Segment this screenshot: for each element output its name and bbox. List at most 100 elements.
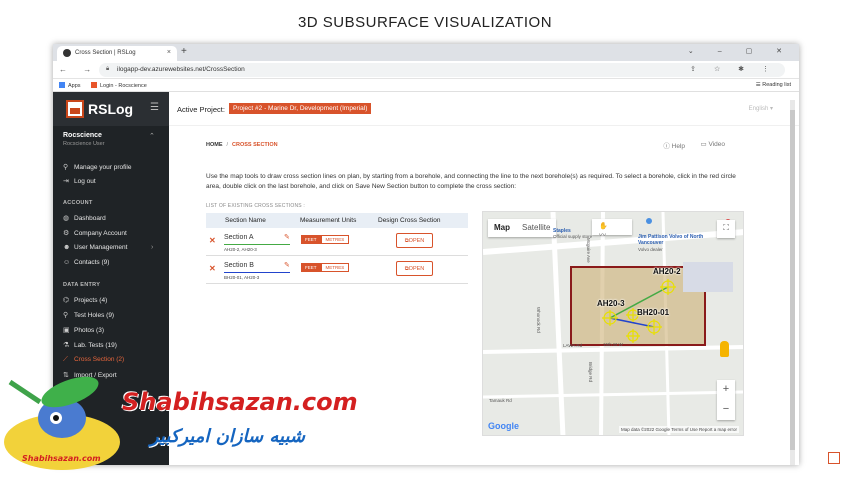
fullscreen-icon[interactable]: ⛶: [717, 220, 735, 238]
sidebar-item-company[interactable]: ⚙ Company Account: [63, 229, 127, 237]
bookmarks-bar: Apps Login - Rocscience ☰ Reading list: [53, 79, 799, 92]
sidebar-item-projects[interactable]: ⌬ Projects (4): [63, 296, 107, 304]
section-name[interactable]: Section B: [224, 262, 290, 273]
map-type-map[interactable]: Map: [488, 219, 516, 237]
google-logo: Google: [488, 421, 519, 431]
omnibox-icons[interactable]: ⇪ ☆ ✱ ⋮: [690, 65, 777, 73]
sidebar-item-photos[interactable]: ▣ Photos (3): [63, 326, 104, 334]
pegman-icon[interactable]: [720, 341, 729, 357]
favicon-icon: [63, 49, 71, 57]
lock-icon: 🔒︎: [106, 66, 110, 72]
sidebar-item-lab-tests[interactable]: ⚗ Lab. Tests (19): [63, 341, 117, 349]
instructions-text: Use the map tools to draw cross section …: [206, 173, 736, 190]
road-label: 15th St W: [603, 342, 623, 347]
road-label: Mcguire Ave: [586, 238, 591, 263]
section-name[interactable]: Section A: [224, 234, 290, 245]
section-line-swatch: [224, 272, 290, 273]
chevron-up-icon[interactable]: ⌃: [149, 132, 155, 140]
map-attribution[interactable]: Map data ©2022 Google Terms of Use Repor…: [618, 426, 739, 433]
edit-icon[interactable]: ✎: [284, 233, 290, 241]
bookmark-login[interactable]: Login - Rocscience: [91, 82, 147, 89]
road-label: Bridge Rd: [588, 362, 593, 383]
col-section-name: Section Name: [225, 217, 266, 224]
page-scrollbar[interactable]: [790, 100, 795, 465]
url-input[interactable]: 🔒︎ ilogapp-dev.azurewebsites.net/CrossSe…: [99, 63, 785, 77]
edit-icon[interactable]: ✎: [284, 261, 290, 269]
tab-title: Cross Section | RSLog: [75, 50, 136, 56]
top-bar: Active Project: Project #2 - Marine Dr, …: [169, 92, 799, 126]
sidebar-item-profile[interactable]: ⚲ Manage your profile: [63, 163, 131, 171]
map-type-control[interactable]: Map Satellite: [488, 219, 557, 237]
bookmark-apps[interactable]: Apps: [59, 82, 81, 89]
section-boreholes: BH20-01, AH20-3: [224, 275, 260, 280]
new-tab-button[interactable]: +: [181, 46, 187, 57]
apps-icon: [59, 82, 65, 88]
slide-title: 3D SUBSURFACE VISUALIZATION: [297, 14, 553, 31]
sidebar-item-users[interactable]: ☻ User Management: [63, 244, 127, 251]
sidebar-item-logout[interactable]: ⇥ Log out: [63, 177, 96, 185]
col-design: Design Cross Section: [378, 217, 441, 224]
user-info[interactable]: Rocscience Rocscience User: [63, 132, 105, 147]
zoom-in-icon[interactable]: +: [717, 380, 735, 400]
zoom-out-icon[interactable]: −: [717, 400, 735, 420]
window-controls[interactable]: ⌄ – ▢ ✕: [688, 47, 793, 55]
poi-volvo-sub: Volvo dealer: [638, 247, 663, 252]
open-button[interactable]: ⧉OPEN: [396, 261, 433, 276]
close-tab-icon[interactable]: ×: [167, 49, 171, 56]
hand-icon[interactable]: ✋: [599, 223, 617, 230]
video-link[interactable]: ▭ Video: [701, 140, 725, 148]
road-label: Tamauk Rd: [489, 398, 512, 403]
road-label: Whonock Rd: [536, 307, 541, 333]
borehole-label: AH20-2: [653, 267, 681, 276]
road-label: LAWA Rd: [563, 343, 583, 348]
active-project-badge[interactable]: Project #2 - Marine Dr, Development (Imp…: [229, 103, 372, 114]
chevron-right-icon: ›: [151, 244, 154, 251]
user-name: Rocscience: [63, 132, 102, 139]
projects-icon: ⌬: [63, 297, 70, 304]
help-link[interactable]: ⓘ Help: [663, 140, 685, 150]
borehole-label: BH20-01: [637, 308, 670, 317]
logo-row: RSLog ☰: [53, 92, 169, 126]
units-toggle[interactable]: FEET METRES: [301, 235, 350, 244]
user-icon: ⚲: [63, 164, 69, 171]
table-row: ✕ Section B ✎ BH20-01, AH20-3 FEET METRES…: [206, 256, 468, 284]
expand-icon[interactable]: [828, 452, 840, 464]
active-project-label: Active Project:: [177, 105, 225, 114]
poi-volvo[interactable]: Jim Pattison Volvo of North Vancouver: [638, 234, 718, 246]
draw-tools[interactable]: ✋〰: [592, 219, 632, 239]
rslog-logo-icon: [66, 100, 84, 118]
open-button[interactable]: ⧉OPEN: [396, 233, 433, 248]
zoom-control[interactable]: + −: [717, 380, 735, 420]
sidebar-item-test-holes[interactable]: ⚲ Test Holes (9): [63, 311, 114, 319]
units-toggle[interactable]: FEET METRES: [301, 263, 350, 272]
polyline-icon[interactable]: 〰: [599, 232, 615, 239]
logo-text: RSLog: [88, 101, 134, 117]
browser-tab[interactable]: Cross Section | RSLog ×: [57, 46, 177, 61]
photo-icon: ▣: [63, 327, 70, 334]
hamburger-menu-icon[interactable]: ☰: [150, 102, 159, 113]
reading-list[interactable]: ☰ Reading list: [756, 82, 791, 88]
section-boreholes: AH20-2, AH20-3: [224, 247, 257, 252]
sidebar-item-contacts[interactable]: ☺ Contacts (9): [63, 259, 109, 266]
data-entry-heading: DATA ENTRY: [63, 282, 101, 288]
user-role: Rocscience User: [63, 141, 105, 147]
breadcrumb: HOME / CROSS SECTION: [206, 142, 278, 148]
pin-icon: ⚲: [63, 312, 69, 319]
users-icon: ☻: [63, 244, 71, 251]
tab-bar: Cross Section | RSLog × + ⌄ – ▢ ✕: [53, 44, 799, 61]
breadcrumb-current: CROSS SECTION: [232, 142, 278, 148]
logout-icon: ⇥: [63, 178, 69, 185]
language-select[interactable]: English ▾: [749, 105, 773, 112]
sidebar-item-dashboard[interactable]: ◍ Dashboard: [63, 214, 106, 222]
url-text: ilogapp-dev.azurewebsites.net/CrossSecti…: [117, 66, 245, 73]
gear-icon: ⚙: [63, 230, 70, 237]
list-label: LIST OF EXISTING CROSS SECTIONS :: [206, 203, 306, 209]
delete-icon[interactable]: ✕: [209, 264, 216, 273]
map-view[interactable]: Map Satellite ✋〰 ⛶ Staples Official supp…: [482, 211, 744, 436]
lab-icon: ⚗: [63, 342, 70, 349]
breadcrumb-home[interactable]: HOME: [206, 142, 223, 148]
borehole-label: AH20-3: [597, 299, 625, 308]
account-heading: ACCOUNT: [63, 200, 93, 206]
delete-icon[interactable]: ✕: [209, 236, 216, 245]
map-type-satellite[interactable]: Satellite: [516, 219, 556, 237]
